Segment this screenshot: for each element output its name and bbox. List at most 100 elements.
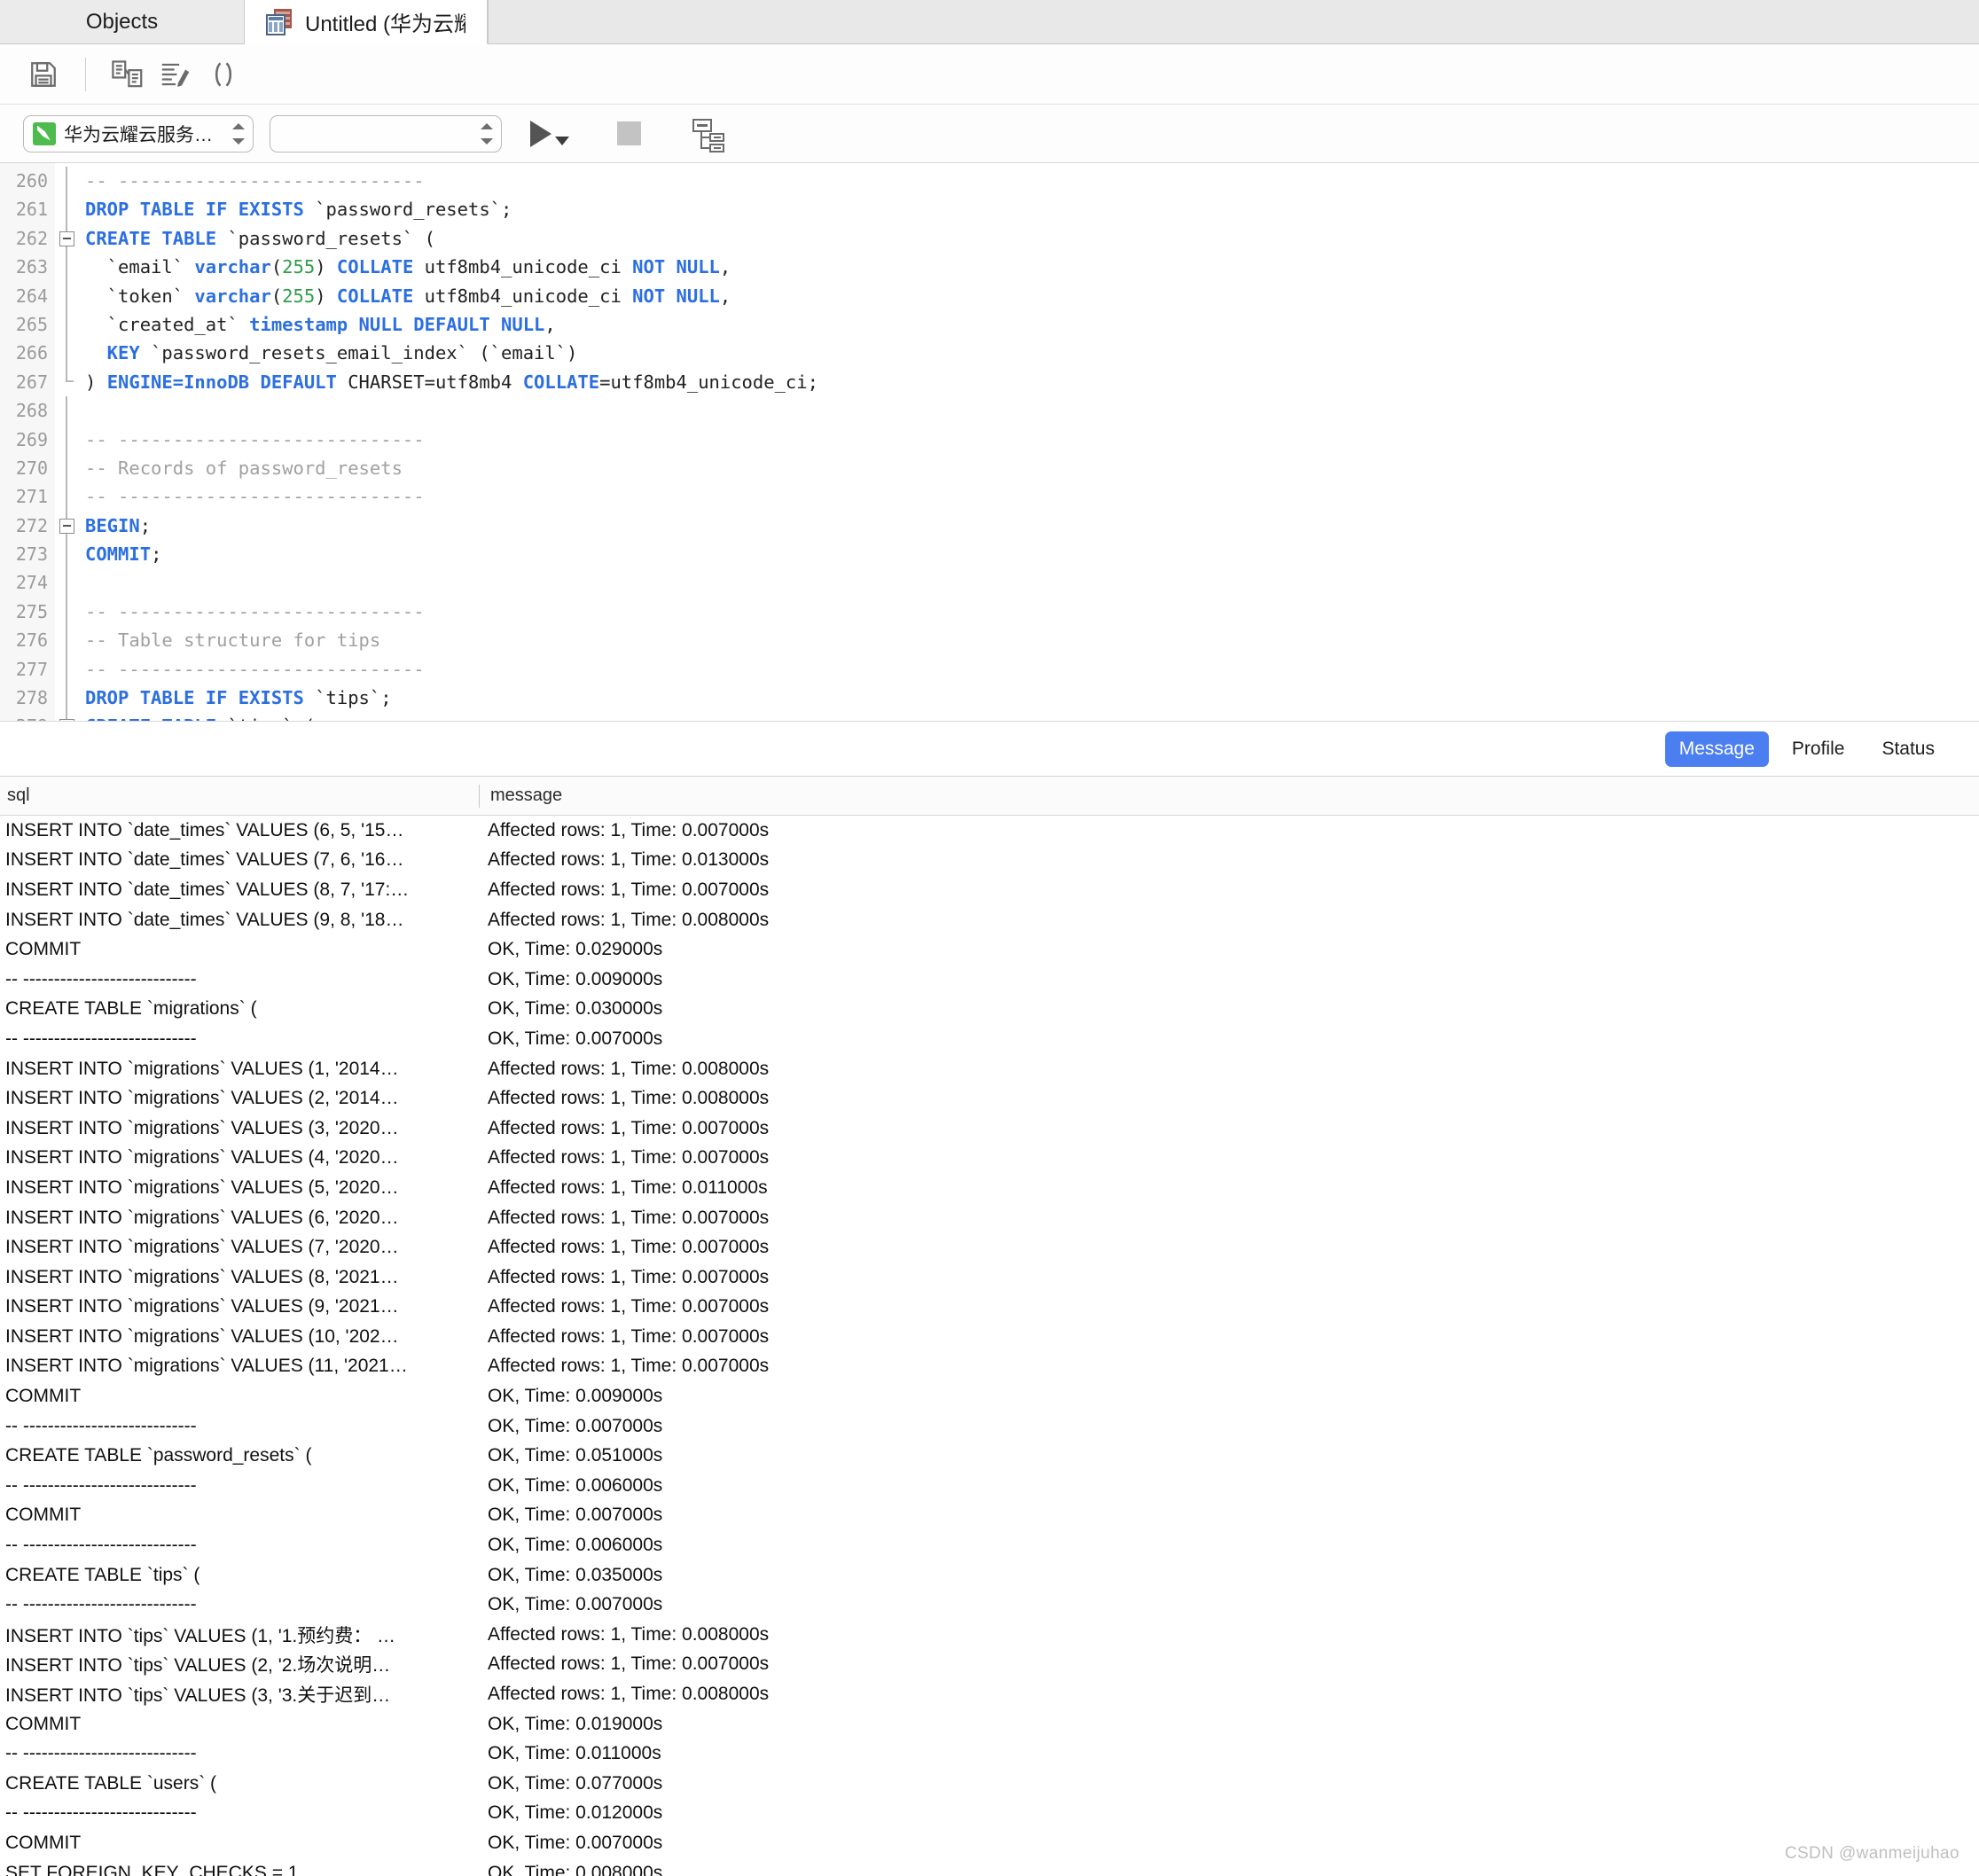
table-row[interactable]: COMMIT OK, Time: 0.019000s (0, 1709, 1979, 1739)
cell-message: OK, Time: 0.006000s (488, 1535, 663, 1556)
line-number-gutter: 260 261 262 263 264 265 266 267 268 269 270 271 272 2… (0, 163, 55, 721)
code-token: varchar (194, 285, 271, 307)
stop-button[interactable] (617, 121, 641, 145)
query-split-icon[interactable] (104, 53, 152, 96)
cell-message: Affected rows: 1, Time: 0.007000s (488, 1296, 770, 1317)
code-token: CREATE TABLE (85, 715, 227, 721)
cell-sql: CREATE TABLE `migrations` ( (5, 998, 257, 1020)
line-number: 260 (15, 170, 48, 192)
explain-plan-button[interactable] (692, 117, 726, 152)
cell-message: OK, Time: 0.011000s (488, 1743, 661, 1764)
table-row[interactable]: CREATE TABLE `users` (OK, Time: 0.077000… (0, 1769, 1979, 1799)
code-token: ) (315, 256, 337, 278)
sql-code-content[interactable]: -- ---------------------------- DROP TABL… (78, 163, 1979, 721)
code-line: -- ---------------------------- (85, 598, 1979, 626)
code-fold-column[interactable] (55, 163, 78, 721)
code-token: DROP TABLE IF EXISTS (85, 199, 316, 221)
table-row[interactable]: -- ---------------------------- OK, Time:… (0, 1024, 1979, 1054)
table-grid-icon (266, 8, 293, 35)
fold-guide (55, 453, 78, 483)
table-row[interactable]: -- ---------------------------- OK, Time:… (0, 1411, 1979, 1442)
code-line: `token` varchar(255) COLLATE utf8mb4_uni… (85, 282, 1979, 310)
run-button[interactable] (530, 120, 569, 147)
table-row[interactable]: CREATE TABLE `tips` (OK, Time: 0.035000s (0, 1560, 1979, 1591)
cell-message: Affected rows: 1, Time: 0.007000s (488, 1207, 770, 1228)
database-select[interactable] (270, 114, 502, 152)
table-row[interactable]: INSERT INTO `migrations` VALUES (5, '202… (0, 1173, 1979, 1203)
play-icon (530, 120, 551, 147)
table-row[interactable]: INSERT INTO `migrations` VALUES (3, '202… (0, 1114, 1979, 1144)
table-row[interactable]: -- ---------------------------- OK, Time:… (0, 1471, 1979, 1501)
table-row[interactable]: -- ---------------------------- OK, Time:… (0, 1530, 1979, 1560)
cell-message: OK, Time: 0.007000s (488, 1415, 663, 1436)
code-line: -- Table structure for tips (85, 626, 1979, 654)
result-tab-bar: Message Profile Status (0, 722, 1979, 777)
table-row[interactable]: INSERT INTO `tips` VALUES (3, '3.关于迟到… Af… (0, 1679, 1979, 1709)
fold-toggle[interactable] (55, 712, 78, 721)
message-result-grid[interactable]: sql message INSERT INTO `date_times` VAL… (0, 777, 1979, 1876)
code-token: 255 (282, 285, 316, 307)
tab-message[interactable]: Message (1664, 731, 1769, 767)
table-row[interactable]: INSERT INTO `tips` VALUES (1, '1.预约费： … A… (0, 1620, 1979, 1650)
table-row[interactable]: -- ---------------------------- OK, Time:… (0, 1739, 1979, 1769)
tab-objects-label: Objects (85, 9, 159, 34)
table-row[interactable]: INSERT INTO `migrations` VALUES (6, '202… (0, 1203, 1979, 1233)
cell-message: OK, Time: 0.007000s (488, 1594, 663, 1615)
code-token: , (719, 285, 731, 307)
column-header-message[interactable]: message (479, 784, 1979, 808)
mysql-connection-icon (33, 121, 56, 145)
table-row[interactable]: INSERT INTO `tips` VALUES (2, '2.场次说明… Af… (0, 1650, 1979, 1680)
table-row[interactable]: INSERT INTO `date_times` VALUES (9, 8, '… (0, 905, 1979, 935)
line-number: 270 (15, 457, 48, 479)
table-row[interactable]: INSERT INTO `migrations` VALUES (7, '202… (0, 1232, 1979, 1262)
table-row[interactable]: INSERT INTO `migrations` VALUES (11, '20… (0, 1352, 1979, 1382)
cell-message: Affected rows: 1, Time: 0.007000s (488, 1325, 770, 1347)
tab-status[interactable]: Status (1867, 731, 1949, 767)
chevron-down-icon[interactable] (555, 136, 569, 145)
watermark: CSDN @wanmeijuhao (1784, 1844, 1959, 1863)
table-row[interactable]: COMMIT OK, Time: 0.029000s (0, 934, 1979, 965)
table-row[interactable]: INSERT INTO `migrations` VALUES (9, '202… (0, 1293, 1979, 1323)
table-row[interactable]: COMMIT OK, Time: 0.007000s (0, 1501, 1979, 1531)
column-header-sql[interactable]: sql (0, 786, 479, 806)
tab-profile[interactable]: Profile (1778, 731, 1859, 767)
table-row[interactable]: SET FOREIGN_KEY_CHECKS = 1 OK, Time: 0.00… (0, 1858, 1979, 1876)
save-icon[interactable] (20, 53, 67, 96)
code-token: DROP TABLE IF EXISTS (85, 687, 316, 709)
table-row[interactable]: -- ---------------------------- OK, Time:… (0, 965, 1979, 995)
parentheses-icon[interactable] (199, 53, 247, 96)
fold-toggle[interactable] (55, 511, 78, 541)
code-token: `created_at` (85, 313, 250, 335)
table-row[interactable]: COMMIT OK, Time: 0.007000s (0, 1828, 1979, 1858)
line-number: 262 (15, 227, 48, 249)
connection-select[interactable]: 华为云耀云服务… (23, 114, 254, 152)
table-row[interactable]: INSERT INTO `migrations` VALUES (2, '201… (0, 1083, 1979, 1114)
table-row[interactable]: INSERT INTO `migrations` VALUES (4, '202… (0, 1144, 1979, 1174)
tab-sql-editor[interactable]: Untitled (华为云耀云服… (245, 0, 488, 44)
cell-sql: INSERT INTO `date_times` VALUES (7, 6, '… (5, 849, 404, 871)
table-row[interactable]: INSERT INTO `date_times` VALUES (7, 6, '… (0, 846, 1979, 876)
table-row[interactable]: -- ---------------------------- OK, Time:… (0, 1590, 1979, 1620)
code-token: -- Table structure for tips (85, 629, 381, 652)
table-row[interactable]: CREATE TABLE `password_resets` (OK, Time… (0, 1441, 1979, 1471)
fold-toggle[interactable] (55, 223, 78, 254)
table-row[interactable]: COMMIT OK, Time: 0.009000s (0, 1381, 1979, 1411)
cell-sql: COMMIT (5, 1386, 82, 1407)
beautify-sql-icon[interactable] (152, 53, 199, 96)
sql-code-editor[interactable]: 260 261 262 263 264 265 266 267 268 269 270 271 272 2… (0, 163, 1979, 722)
table-row[interactable]: INSERT INTO `migrations` VALUES (10, '20… (0, 1322, 1979, 1352)
code-token: COMMIT (85, 543, 152, 566)
table-row[interactable]: CREATE TABLE `migrations` (OK, Time: 0.0… (0, 995, 1979, 1025)
table-row[interactable]: INSERT INTO `date_times` VALUES (8, 7, '… (0, 875, 1979, 905)
cell-message: OK, Time: 0.051000s (488, 1445, 663, 1466)
cell-sql: -- ---------------------------- (5, 1535, 197, 1556)
table-row[interactable]: INSERT INTO `migrations` VALUES (8, '202… (0, 1262, 1979, 1293)
cell-sql: CREATE TABLE `users` ( (5, 1772, 217, 1794)
table-row[interactable]: INSERT INTO `date_times` VALUES (6, 5, '… (0, 816, 1979, 846)
cell-message: Affected rows: 1, Time: 0.007000s (488, 1653, 770, 1675)
tab-objects[interactable]: Objects (0, 0, 245, 43)
fold-guide (55, 281, 78, 310)
table-row[interactable]: -- ---------------------------- OK, Time:… (0, 1799, 1979, 1829)
table-row[interactable]: INSERT INTO `migrations` VALUES (1, '201… (0, 1054, 1979, 1084)
sql-editor-window: Objects Untitled (华为云耀云服… (0, 0, 1979, 1876)
